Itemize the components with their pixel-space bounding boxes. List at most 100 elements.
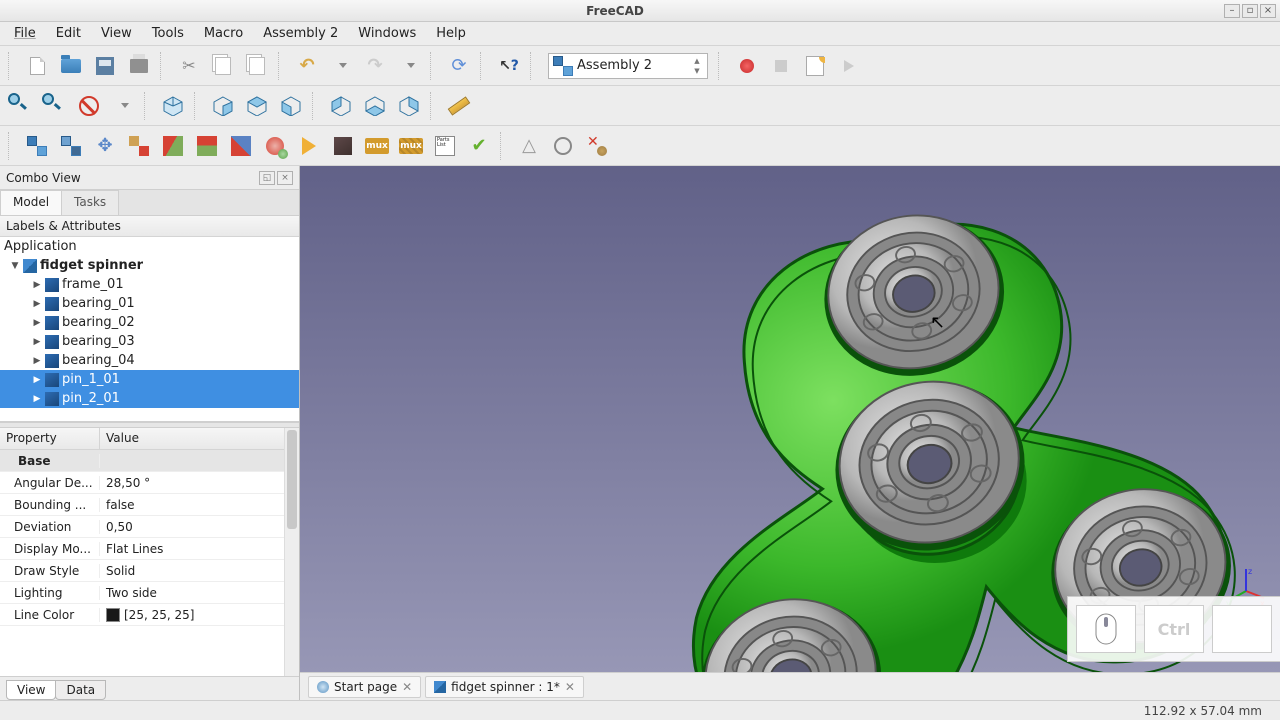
paste-button[interactable] [242, 51, 272, 81]
tree-item[interactable]: ▶pin_2_01 [0, 389, 299, 408]
update-parts-button[interactable] [56, 131, 86, 161]
constraint-plane-button[interactable] [158, 131, 188, 161]
property-row[interactable]: Angular De...28,50 ° [0, 472, 299, 494]
3d-viewport[interactable]: ↖ x y z Ctrl Start page ✕ fidget spi [300, 166, 1280, 700]
move-part-button[interactable]: ✥ [90, 131, 120, 161]
property-row[interactable]: Display Mo...Flat Lines [0, 538, 299, 560]
copy-button[interactable] [208, 51, 238, 81]
viewport-tab-document[interactable]: fidget spinner : 1* ✕ [425, 676, 584, 698]
window-title: FreeCAD [10, 4, 1220, 18]
draw-style-button[interactable] [74, 91, 104, 121]
redo-button[interactable]: ↷ [360, 51, 390, 81]
tab-view[interactable]: View [6, 680, 56, 700]
constraint-axial-button[interactable] [192, 131, 222, 161]
close-button[interactable]: × [1260, 4, 1276, 18]
macros-button[interactable] [800, 51, 830, 81]
undo-button[interactable]: ↶ [292, 51, 322, 81]
prop-col-value: Value [100, 428, 145, 449]
tab-tasks[interactable]: Tasks [61, 190, 119, 215]
minimize-button[interactable]: – [1224, 4, 1240, 18]
combo-float-button[interactable]: ◱ [259, 171, 275, 185]
property-row[interactable]: Draw StyleSolid [0, 560, 299, 582]
bool-fragments-button[interactable]: △ [514, 131, 544, 161]
property-row[interactable]: Deviation0,50 [0, 516, 299, 538]
right-view-button[interactable] [276, 91, 306, 121]
close-tab-icon[interactable]: ✕ [565, 680, 575, 694]
tree-item[interactable]: ▶pin_1_01 [0, 370, 299, 389]
macro-record-button[interactable] [732, 51, 762, 81]
workbench-selector[interactable]: Assembly 2 ▲▼ [548, 53, 708, 79]
left-view-button[interactable] [394, 91, 424, 121]
property-row[interactable]: LightingTwo side [0, 582, 299, 604]
check-overlap-button[interactable] [548, 131, 578, 161]
redo-history-dropdown[interactable] [407, 63, 415, 68]
mux-button[interactable]: mux [362, 131, 392, 161]
close-tab-icon[interactable]: ✕ [402, 680, 412, 694]
prop-col-property: Property [0, 428, 100, 449]
maximize-button[interactable]: ▫ [1242, 4, 1258, 18]
menu-edit[interactable]: Edit [46, 24, 91, 43]
model-tree[interactable]: Labels & Attributes Application ▼ fidget… [0, 216, 299, 422]
status-bar: 112.92 x 57.04 mm [0, 700, 1280, 720]
property-row[interactable]: Line Color[25, 25, 25] [0, 604, 299, 626]
menu-tools[interactable]: Tools [142, 24, 194, 43]
constraint-sphere-button[interactable] [260, 131, 290, 161]
animate-button[interactable] [294, 131, 324, 161]
tree-doc-root[interactable]: ▼ fidget spinner [0, 256, 299, 275]
tree-header: Labels & Attributes [0, 216, 299, 237]
constraint-angle-button[interactable] [226, 131, 256, 161]
menu-help[interactable]: Help [426, 24, 476, 43]
tree-item[interactable]: ▶bearing_04 [0, 351, 299, 370]
mux-refresh-button[interactable]: mux [396, 131, 426, 161]
property-row[interactable]: Bounding ...false [0, 494, 299, 516]
menu-windows[interactable]: Windows [348, 24, 426, 43]
menu-macro[interactable]: Macro [194, 24, 253, 43]
open-button[interactable] [56, 51, 86, 81]
refresh-button[interactable]: ⟳ [444, 51, 474, 81]
macro-stop-button[interactable] [766, 51, 796, 81]
menu-file[interactable]: File [4, 24, 46, 43]
parts-list-button[interactable]: PartsList [430, 131, 460, 161]
combo-view-title: Combo View [6, 171, 81, 185]
constraint-circular-button[interactable] [124, 131, 154, 161]
props-scrollbar[interactable] [284, 428, 299, 676]
macro-execute-button[interactable] [834, 51, 864, 81]
tree-item[interactable]: ▶bearing_03 [0, 332, 299, 351]
draw-style-dropdown[interactable] [121, 103, 129, 108]
tree-item[interactable]: ▶bearing_02 [0, 313, 299, 332]
hud-mouse-icon [1076, 605, 1136, 653]
tree-application[interactable]: Application [0, 237, 299, 256]
front-view-button[interactable] [208, 91, 238, 121]
print-button[interactable] [124, 51, 154, 81]
degrees-of-freedom-button[interactable] [328, 131, 358, 161]
measure-button[interactable] [444, 91, 474, 121]
menubar: File Edit View Tools Macro Assembly 2 Wi… [0, 22, 1280, 46]
tree-item[interactable]: ▶bearing_01 [0, 294, 299, 313]
viewport-tab-startpage[interactable]: Start page ✕ [308, 676, 421, 698]
tab-data[interactable]: Data [55, 680, 106, 700]
tab-model[interactable]: Model [0, 190, 62, 215]
combo-close-button[interactable]: × [277, 171, 293, 185]
isometric-view-button[interactable] [158, 91, 188, 121]
toolbar-file: ✂ ↶ ↷ ⟳ ↖? Assembly 2 ▲▼ [0, 46, 1280, 86]
new-doc-button[interactable] [22, 51, 52, 81]
undo-history-dropdown[interactable] [339, 63, 347, 68]
bottom-view-button[interactable] [360, 91, 390, 121]
top-view-button[interactable] [242, 91, 272, 121]
save-button[interactable] [90, 51, 120, 81]
hud-slot [1212, 605, 1272, 653]
svg-text:z: z [1248, 567, 1252, 576]
cut-button[interactable]: ✂ [174, 51, 204, 81]
clear-button[interactable] [582, 131, 612, 161]
sidebar: Combo View ◱ × Model Tasks Labels & Attr… [0, 166, 300, 700]
tree-item[interactable]: ▶frame_01 [0, 275, 299, 294]
whatsthis-button[interactable]: ↖? [494, 51, 524, 81]
fit-all-button[interactable] [6, 91, 36, 121]
rear-view-button[interactable] [326, 91, 356, 121]
fit-selection-button[interactable] [40, 91, 70, 121]
toolbar-assembly: ✥ mux mux PartsList ✔ △ [0, 126, 1280, 166]
menu-view[interactable]: View [91, 24, 142, 43]
import-part-button[interactable] [22, 131, 52, 161]
check-assembly-button[interactable]: ✔ [464, 131, 494, 161]
menu-assembly2[interactable]: Assembly 2 [253, 24, 348, 43]
